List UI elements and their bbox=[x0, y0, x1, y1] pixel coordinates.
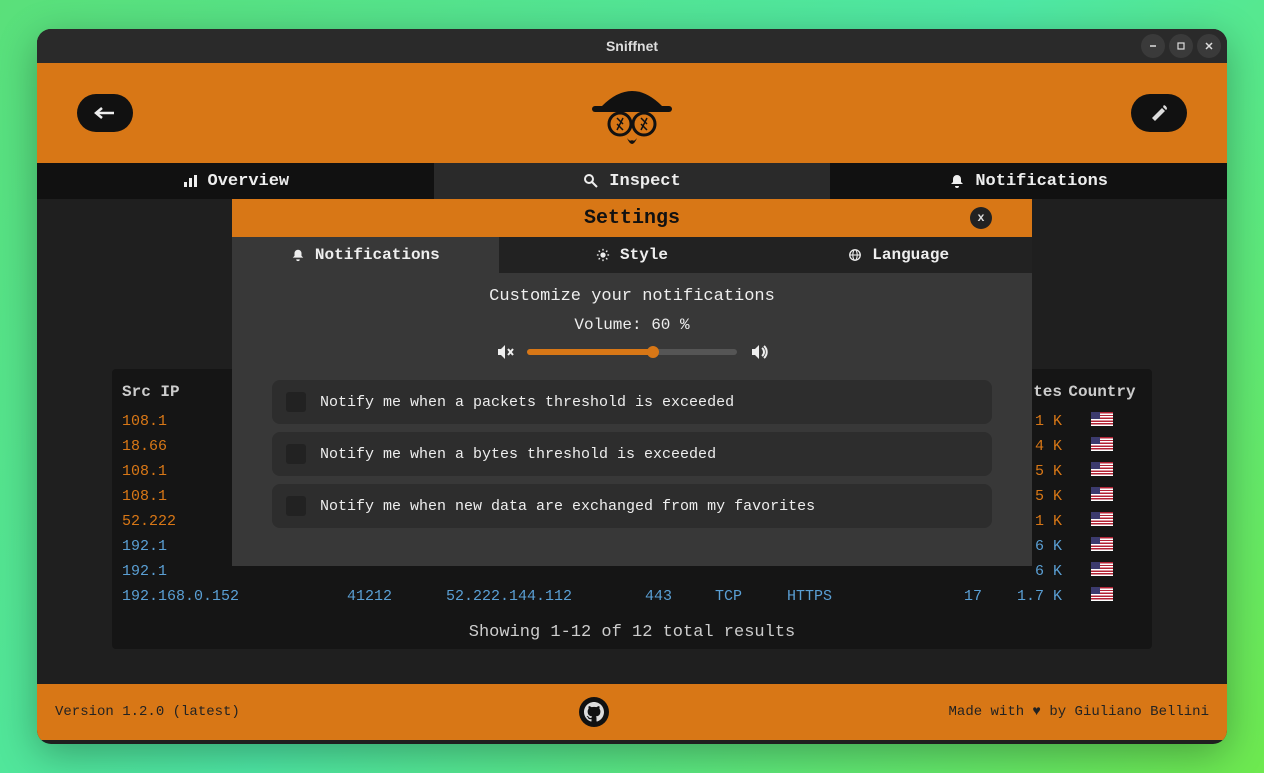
slider-thumb[interactable] bbox=[647, 346, 659, 358]
checkbox-packets[interactable] bbox=[286, 392, 306, 412]
option-label: Notify me when new data are exchanged fr… bbox=[320, 498, 815, 515]
notif-option-bytes: Notify me when a bytes threshold is exce… bbox=[272, 432, 992, 476]
settings-subtitle: Customize your notifications bbox=[272, 287, 992, 306]
us-flag-icon bbox=[1091, 412, 1113, 426]
search-icon bbox=[583, 173, 599, 189]
tab-notifications[interactable]: Notifications bbox=[830, 163, 1227, 199]
back-button[interactable] bbox=[77, 94, 133, 132]
results-summary: Showing 1-12 of 12 total results bbox=[122, 623, 1142, 642]
maximize-button[interactable] bbox=[1169, 34, 1193, 58]
settings-modal: Settings x Notifications Style bbox=[232, 199, 1032, 566]
tab-label: Notifications bbox=[975, 172, 1108, 191]
col-country: Country bbox=[1062, 383, 1142, 401]
volume-slider-row bbox=[272, 342, 992, 362]
window-controls bbox=[1141, 34, 1221, 58]
volume-slider[interactable] bbox=[527, 349, 737, 355]
settings-tab-notifications[interactable]: Notifications bbox=[232, 237, 499, 273]
us-flag-icon bbox=[1091, 437, 1113, 451]
credit-text: Made with ♥ by Giuliano Bellini bbox=[949, 704, 1209, 720]
tab-label: Inspect bbox=[609, 172, 680, 191]
wrench-icon bbox=[1148, 102, 1170, 124]
tab-inspect[interactable]: Inspect bbox=[434, 163, 831, 199]
tab-overview[interactable]: Overview bbox=[37, 163, 434, 199]
minimize-button[interactable] bbox=[1141, 34, 1165, 58]
settings-tab-language[interactable]: Language bbox=[765, 237, 1032, 273]
chart-icon bbox=[182, 173, 198, 189]
option-label: Notify me when a packets threshold is ex… bbox=[320, 394, 734, 411]
titlebar: Sniffnet bbox=[37, 29, 1227, 63]
settings-button[interactable] bbox=[1131, 94, 1187, 132]
notif-option-packets: Notify me when a packets threshold is ex… bbox=[272, 380, 992, 424]
tab-label: Language bbox=[872, 246, 949, 264]
volume-label: Volume: 60 % bbox=[272, 316, 992, 334]
modal-body: Customize your notifications Volume: 60 … bbox=[232, 273, 1032, 566]
modal-title: Settings bbox=[584, 207, 680, 230]
us-flag-icon bbox=[1091, 462, 1113, 476]
app-window: Sniffnet bbox=[37, 29, 1227, 744]
arrow-left-icon bbox=[94, 106, 116, 120]
bell-icon bbox=[949, 173, 965, 189]
us-flag-icon bbox=[1091, 587, 1113, 601]
checkbox-favorites[interactable] bbox=[286, 496, 306, 516]
us-flag-icon bbox=[1091, 512, 1113, 526]
tab-label: Style bbox=[620, 246, 668, 264]
version-text: Version 1.2.0 (latest) bbox=[55, 704, 240, 720]
settings-tab-style[interactable]: Style bbox=[499, 237, 766, 273]
github-link[interactable] bbox=[579, 697, 609, 727]
volume-mute-icon[interactable] bbox=[495, 342, 515, 362]
tab-label: Notifications bbox=[315, 246, 440, 264]
app-header bbox=[37, 63, 1227, 163]
modal-header: Settings x bbox=[232, 199, 1032, 237]
volume-max-icon[interactable] bbox=[749, 342, 769, 362]
notif-option-favorites: Notify me when new data are exchanged fr… bbox=[272, 484, 992, 528]
app-logo-icon bbox=[582, 68, 682, 158]
github-icon bbox=[584, 702, 604, 722]
content-area: Src IP tes Country 108.11 K18.664 K108.1… bbox=[37, 199, 1227, 684]
tab-label: Overview bbox=[208, 172, 290, 191]
footer: Version 1.2.0 (latest) Made with ♥ by Gi… bbox=[37, 684, 1227, 740]
us-flag-icon bbox=[1091, 562, 1113, 576]
checkbox-bytes[interactable] bbox=[286, 444, 306, 464]
us-flag-icon bbox=[1091, 487, 1113, 501]
close-button[interactable] bbox=[1197, 34, 1221, 58]
slider-fill bbox=[527, 349, 653, 355]
globe-icon bbox=[848, 248, 862, 262]
close-icon: x bbox=[977, 211, 984, 225]
settings-tabs: Notifications Style Language bbox=[232, 237, 1032, 273]
bell-icon bbox=[291, 248, 305, 262]
table-row[interactable]: 192.168.0.1524121252.222.144.112443TCPHT… bbox=[122, 584, 1142, 609]
us-flag-icon bbox=[1091, 537, 1113, 551]
modal-close-button[interactable]: x bbox=[970, 207, 992, 229]
option-label: Notify me when a bytes threshold is exce… bbox=[320, 446, 716, 463]
window-title: Sniffnet bbox=[606, 38, 658, 54]
sun-icon bbox=[596, 248, 610, 262]
main-tabs: Overview Inspect Notifications bbox=[37, 163, 1227, 199]
